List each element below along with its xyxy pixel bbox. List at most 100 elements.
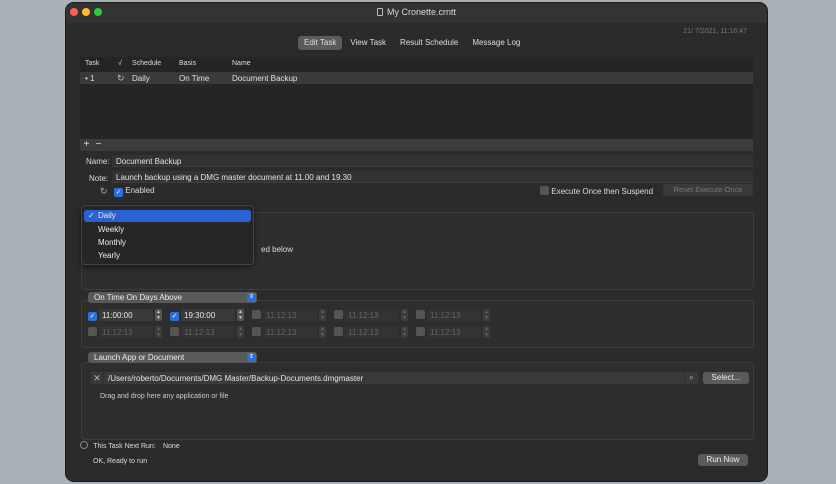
table-row[interactable]: • 1 ↻ Daily On Time Document Backup [80, 72, 753, 84]
time-6-checkbox[interactable] [88, 327, 97, 337]
time-4-field[interactable]: 11:12:13 [345, 309, 399, 321]
run-now-button[interactable]: Run Now [698, 454, 748, 466]
time-5-checkbox[interactable] [416, 310, 425, 320]
cell-task: • 1 [85, 74, 95, 83]
execute-once-checkbox-box[interactable] [540, 186, 549, 195]
action-popup[interactable]: Launch App or Document ⇕ [88, 352, 257, 363]
search-icon[interactable]: ⌕ [685, 372, 698, 384]
time-6-field[interactable]: 11:12:13 [99, 326, 153, 338]
basis-popup-label: On Time On Days Above [94, 293, 183, 302]
checkbox-box[interactable] [170, 327, 179, 336]
title-bar: My Cronette.crntt [66, 3, 767, 23]
checkbox-box[interactable]: ✓ [170, 312, 179, 321]
time-5-stepper[interactable]: ▲ ▼ [483, 309, 490, 321]
cell-name: Document Backup [232, 74, 298, 83]
column-header-basis[interactable]: Basis [179, 60, 196, 67]
enabled-checkbox-box[interactable]: ✓ [114, 188, 123, 197]
repeat-icon: ↻ [100, 186, 108, 196]
table-header: Task √ Schedule Basis Name [80, 57, 753, 71]
column-header-schedule[interactable]: Schedule [132, 60, 161, 67]
document-icon [376, 8, 383, 16]
time-8-checkbox[interactable] [252, 327, 261, 337]
time-10-field[interactable]: 11:12:13 [427, 326, 481, 338]
menu-item-daily[interactable]: ✓ Daily [84, 210, 251, 222]
name-field[interactable]: Document Backup [112, 155, 753, 167]
time-1-stepper[interactable]: ▲ ▼ [155, 309, 162, 321]
drop-hint: Drag and drop here any application or fi… [100, 393, 229, 400]
chevron-updown-icon: ⇕ [247, 293, 256, 302]
time-7-field[interactable]: 11:12:13 [181, 326, 235, 338]
checkbox-box[interactable] [416, 327, 425, 336]
add-task-button[interactable]: + [81, 139, 92, 151]
clock-icon [80, 441, 88, 449]
execute-once-label: Execute Once then Suspend [551, 187, 654, 196]
tab-edit-task[interactable]: Edit Task [298, 36, 343, 50]
enabled-label: Enabled [125, 186, 155, 195]
menu-item-weekly[interactable]: Weekly [84, 224, 251, 236]
remove-task-button[interactable]: − [93, 139, 104, 151]
time-8-stepper[interactable]: ▲ ▼ [319, 326, 326, 338]
menu-item-monthly[interactable]: Monthly [84, 237, 251, 249]
window-title: My Cronette.crntt [66, 7, 767, 17]
time-7-stepper[interactable]: ▲ ▼ [237, 326, 244, 338]
checkbox-box[interactable]: ✓ [88, 312, 97, 321]
path-field[interactable]: /Users/roberto/Documents/DMG Master/Back… [104, 372, 684, 384]
column-header-name[interactable]: Name [232, 60, 251, 67]
execute-once-checkbox[interactable]: Execute Once then Suspend [540, 186, 653, 196]
time-2-field[interactable]: 19:30:00 [181, 309, 235, 321]
menu-item-yearly[interactable]: Yearly [84, 250, 251, 262]
time-4-stepper[interactable]: ▲ ▼ [401, 309, 408, 321]
tab-view-task[interactable]: View Task [344, 36, 392, 50]
next-run-label: This Task Next Run: [93, 443, 156, 450]
column-header-task[interactable]: Task [85, 60, 99, 67]
tab-message-log[interactable]: Message Log [466, 36, 526, 50]
cell-schedule: Daily [132, 74, 150, 83]
time-2-checkbox[interactable]: ✓ [170, 310, 179, 321]
checkmark-icon: ✓ [88, 211, 95, 220]
basis-popup[interactable]: On Time On Days Above ⇕ [88, 292, 257, 303]
checkbox-box[interactable] [416, 310, 425, 319]
tab-bar: Edit Task View Task Result Schedule Mess… [298, 36, 526, 50]
next-run-value: None [162, 443, 180, 450]
time-9-field[interactable]: 11:12:13 [345, 326, 399, 338]
time-9-stepper[interactable]: ▲ ▼ [401, 326, 408, 338]
time-10-checkbox[interactable] [416, 327, 425, 337]
time-10-stepper[interactable]: ▲ ▼ [483, 326, 490, 338]
schedule-detail-text: ed below [261, 245, 294, 254]
time-3-stepper[interactable]: ▲ ▼ [319, 309, 326, 321]
time-5-field[interactable]: 11:12:13 [427, 309, 481, 321]
checkbox-box[interactable] [334, 310, 343, 319]
menu-item-label: Daily [98, 211, 116, 220]
reset-execute-once-button[interactable]: Reset Execute Once [663, 184, 753, 196]
clear-path-button[interactable]: ✕ [91, 372, 103, 384]
note-field[interactable]: Launch backup using a DMG master documen… [112, 171, 753, 183]
time-3-checkbox[interactable] [252, 310, 261, 320]
select-button[interactable]: Select... [703, 372, 749, 384]
column-header-check[interactable]: √ [118, 60, 122, 67]
current-datetime: 21/ 7/2021, 11:16:47 [683, 28, 747, 35]
time-1-checkbox[interactable]: ✓ [88, 310, 97, 321]
time-7-checkbox[interactable] [170, 327, 179, 337]
enabled-checkbox[interactable]: ✓ Enabled [114, 186, 155, 197]
time-6-stepper[interactable]: ▲ ▼ [155, 326, 162, 338]
chevron-updown-icon: ⇕ [247, 353, 256, 362]
next-run-status: This Task Next Run: None [80, 441, 180, 450]
time-9-checkbox[interactable] [334, 327, 343, 337]
time-8-field[interactable]: 11:12:13 [263, 326, 317, 338]
schedule-dropdown-menu: ✓ Daily Weekly Monthly Yearly [81, 205, 254, 265]
basis-panel [81, 300, 754, 348]
checkbox-box[interactable] [88, 327, 97, 336]
checkbox-box[interactable] [252, 327, 261, 336]
time-2-stepper[interactable]: ▲ ▼ [237, 309, 244, 321]
cell-basis: On Time [179, 74, 210, 83]
time-4-checkbox[interactable] [334, 310, 343, 320]
action-popup-label: Launch App or Document [94, 353, 185, 362]
note-label: Note: [89, 174, 109, 183]
checkbox-box[interactable] [252, 310, 261, 319]
app-window: My Cronette.crntt 21/ 7/2021, 11:16:47 E… [66, 3, 767, 481]
window-title-text: My Cronette.crntt [386, 7, 457, 17]
time-1-field[interactable]: 11:00:00 [99, 309, 153, 321]
tab-result-schedule[interactable]: Result Schedule [394, 36, 464, 50]
checkbox-box[interactable] [334, 327, 343, 336]
time-3-field[interactable]: 11:12:13 [263, 309, 317, 321]
